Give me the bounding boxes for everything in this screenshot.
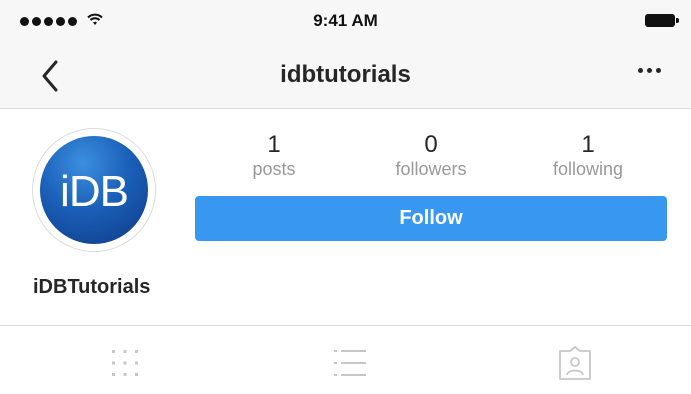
tab-divider: [0, 325, 691, 326]
avatar-image: iDB: [40, 136, 148, 244]
header-area: 9:41 AM idbtutorials: [0, 0, 691, 109]
grid-icon[interactable]: [108, 346, 142, 380]
stat-followers-label: followers: [395, 159, 467, 179]
page-title: idbtutorials: [280, 61, 411, 88]
stat-following-label: following: [552, 159, 624, 179]
follow-button[interactable]: Follow: [195, 196, 667, 241]
navigation-bar: idbtutorials: [0, 44, 691, 108]
status-time: 9:41 AM: [313, 11, 378, 30]
status-bar: 9:41 AM: [0, 0, 691, 44]
stat-following[interactable]: 1 following: [518, 132, 658, 180]
more-horizontal-icon[interactable]: [638, 68, 661, 73]
profile-display-name: iDBTutorials: [33, 276, 151, 298]
stat-posts[interactable]: 1 posts: [204, 132, 344, 180]
stat-followers[interactable]: 0 followers: [361, 132, 501, 180]
stat-followers-value: 0: [424, 131, 438, 158]
tagged-person-icon[interactable]: [558, 346, 592, 380]
battery-icon: [645, 14, 679, 27]
stat-posts-label: posts: [252, 159, 296, 179]
stat-posts-value: 1: [267, 131, 281, 158]
list-icon[interactable]: [333, 346, 367, 380]
avatar[interactable]: iDB: [32, 128, 156, 252]
stat-following-value: 1: [581, 131, 595, 158]
avatar-logo-text: iDB: [60, 167, 129, 216]
